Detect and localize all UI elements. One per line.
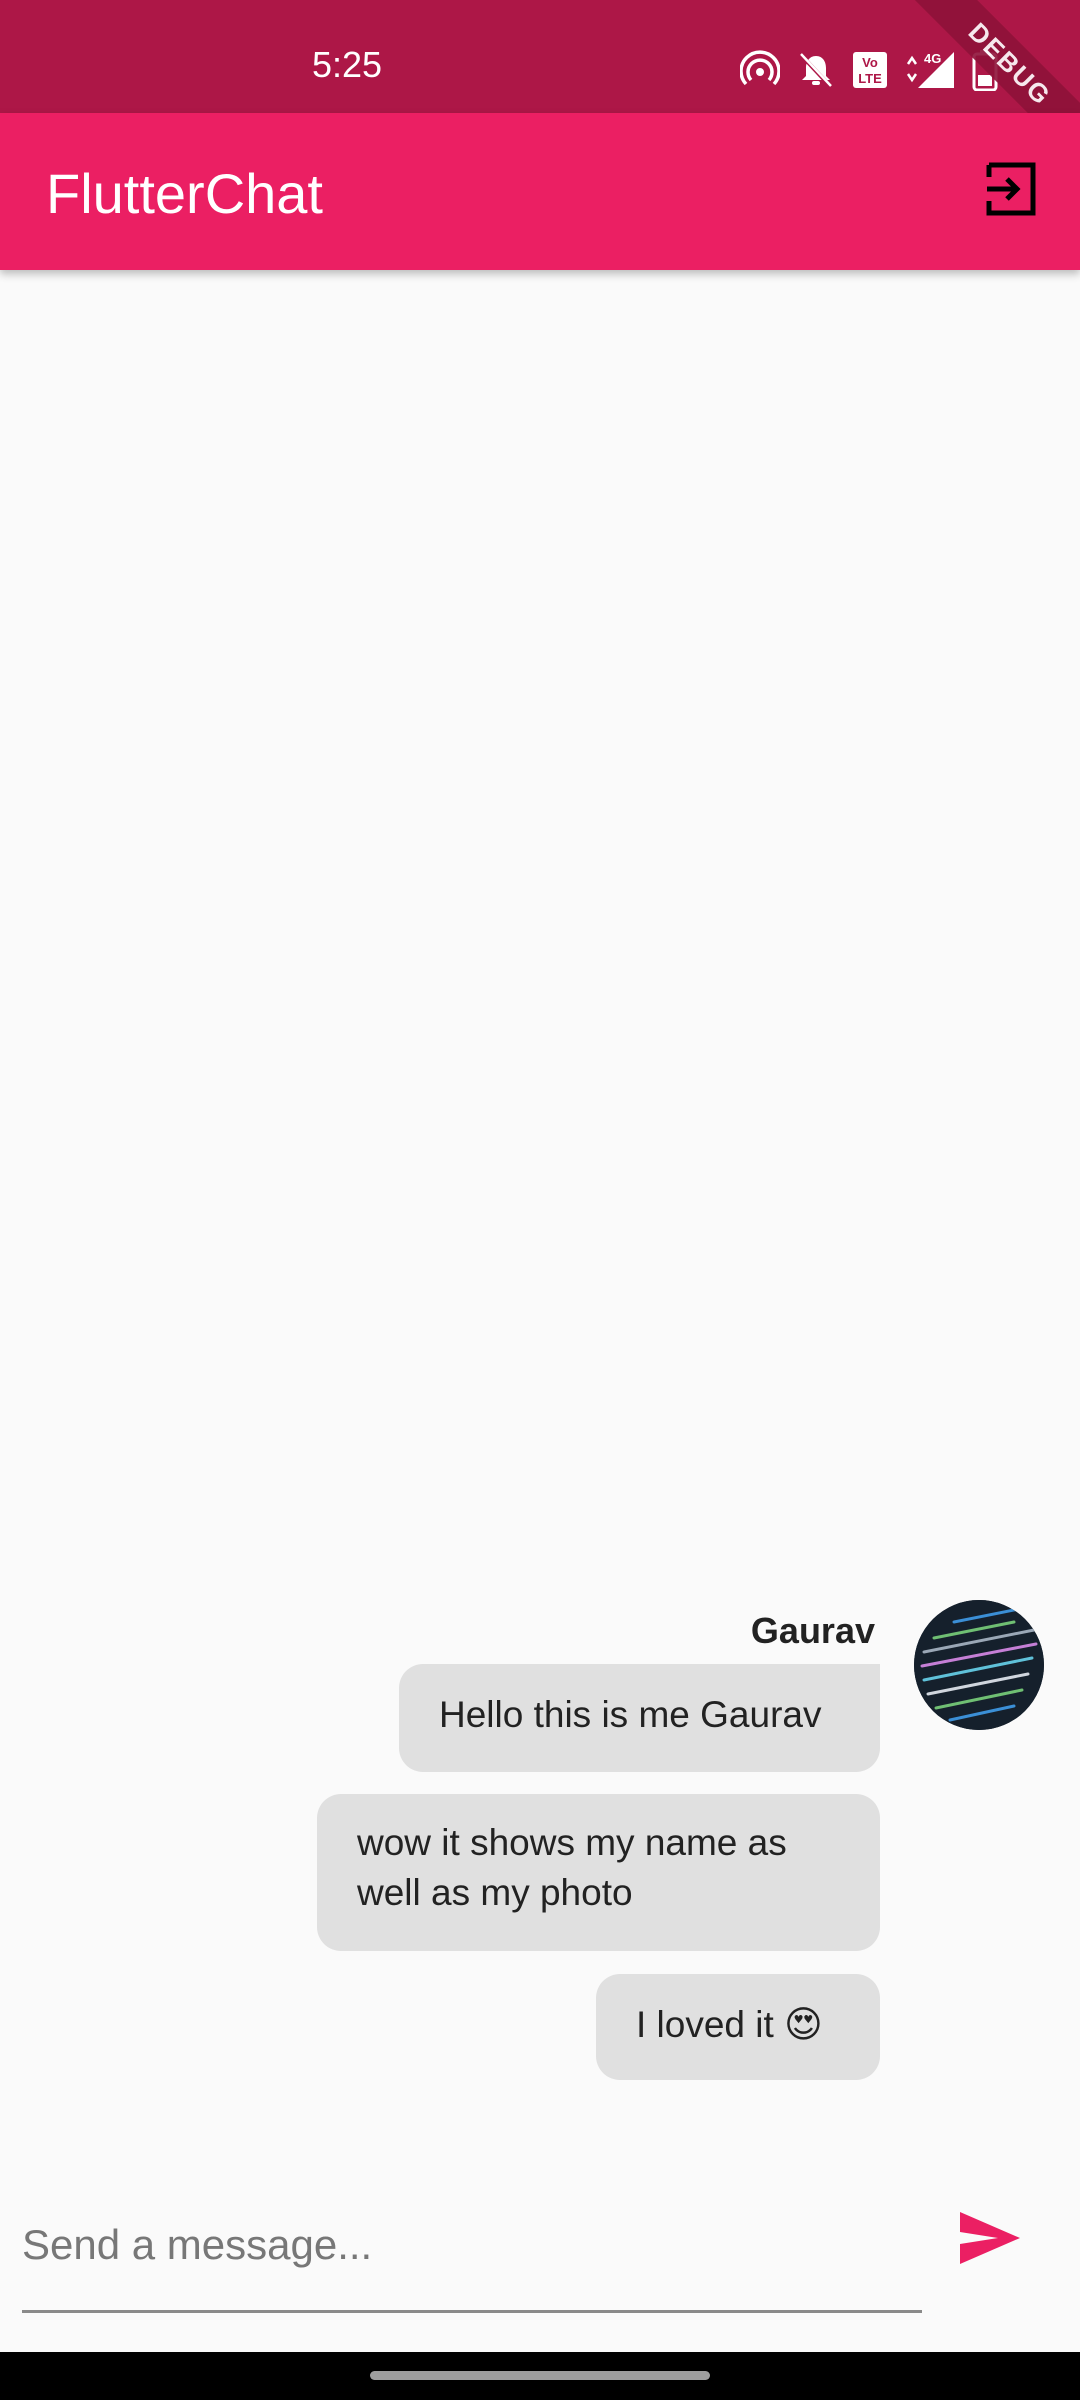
logout-button[interactable] — [975, 155, 1047, 227]
logout-icon — [983, 161, 1039, 222]
send-button[interactable] — [950, 2200, 1030, 2280]
message-text: Hello this is me Gaurav — [439, 1694, 822, 1735]
message-bubble[interactable]: wow it shows my name as well as my photo — [317, 1794, 880, 1951]
status-bar: 5:25 Vo LTE 4G DEBUG — [0, 0, 1080, 179]
volte-label-top: Vo — [862, 55, 878, 70]
volte-icon: Vo LTE — [852, 51, 888, 89]
composer — [0, 2180, 1080, 2330]
status-icons: Vo LTE 4G — [740, 48, 998, 92]
message-text: wow it shows my name as well as my photo — [357, 1822, 787, 1913]
message-bubble[interactable]: Hello this is me Gaurav — [399, 1664, 880, 1772]
home-handle[interactable] — [370, 2371, 710, 2380]
avatar[interactable] — [914, 1600, 1044, 1730]
message-text: I loved it 😍 — [636, 2004, 823, 2045]
status-time: 5:25 — [312, 44, 383, 85]
send-icon — [958, 2210, 1022, 2271]
bell-off-icon — [796, 50, 836, 90]
signal-4g-icon: 4G — [904, 50, 956, 90]
volte-label-bottom: LTE — [858, 71, 882, 86]
network-label: 4G — [924, 51, 941, 66]
hotspot-icon — [740, 50, 780, 90]
message-input[interactable] — [22, 2180, 922, 2313]
navigation-bar — [0, 2352, 1080, 2400]
app-title: FlutterChat — [46, 162, 323, 225]
sender-name: Gaurav — [750, 1610, 875, 1651]
message-bubble[interactable]: I loved it 😍 — [596, 1974, 880, 2080]
app-bar: FlutterChat — [0, 113, 1080, 270]
